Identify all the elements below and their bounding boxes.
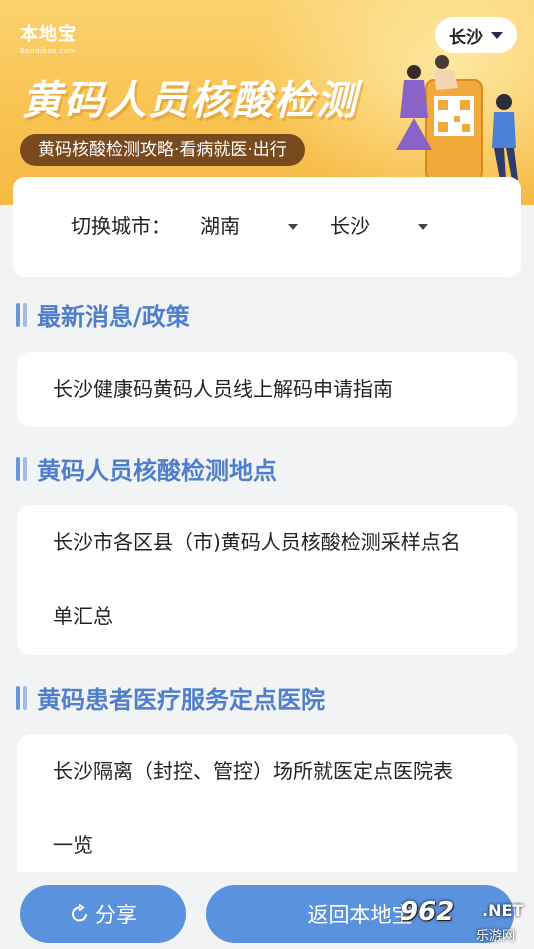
section-bars-icon [16, 456, 27, 481]
section-header-hospitals: 黄码患者医疗服务定点医院 [16, 680, 325, 715]
caret-down-icon [418, 223, 428, 230]
section-header-news: 最新消息/政策 [16, 297, 190, 332]
city-switch-label: 切换城市： [71, 214, 171, 238]
city-select[interactable]: 长沙 [330, 210, 428, 239]
logo-subtext: Bendibao.com [20, 47, 77, 55]
section-header-test-sites: 黄码人员核酸检测地点 [16, 451, 277, 486]
province-select[interactable]: 湖南 [200, 210, 298, 239]
news-link-text: 长沙健康码黄码人员线上解码申请指南 [53, 377, 393, 401]
share-button-label: 分享 [95, 903, 137, 927]
watermark-name: 乐游网 [476, 929, 516, 944]
city-switch-card: 切换城市： 湖南 长沙 [13, 177, 521, 277]
section-title: 黄码人员核酸检测地点 [37, 457, 277, 485]
page-title: 黄码人员核酸检测 [22, 78, 358, 124]
section-title: 最新消息/政策 [37, 303, 190, 331]
hospitals-link-card[interactable]: 长沙隔离（封控、管控）场所就医定点医院表 一览 [17, 734, 517, 884]
share-button[interactable]: 分享 [20, 885, 186, 943]
header-banner: 本地宝 Bendibao.com 长沙 黄码人员核酸检测 黄码核酸检测攻略·看病… [0, 0, 534, 205]
logo-text: 本地宝 [20, 24, 77, 45]
qr-people-illustration [396, 55, 518, 181]
watermark-number: 962 [400, 897, 455, 927]
section-bars-icon [16, 302, 27, 327]
province-select-value: 湖南 [200, 214, 240, 238]
site-watermark: 962 .NET 乐游网 [396, 895, 534, 949]
hospitals-link-line1: 长沙隔离（封控、管控）场所就医定点医院表 [53, 759, 453, 783]
site-logo: 本地宝 Bendibao.com [20, 20, 77, 55]
caret-down-icon [491, 31, 503, 39]
hospitals-link-line2: 一览 [53, 833, 93, 857]
news-link-card[interactable]: 长沙健康码黄码人员线上解码申请指南 [17, 352, 517, 427]
share-icon [72, 903, 87, 922]
test-sites-link-line2: 单汇总 [53, 604, 113, 628]
page-subtitle: 黄码核酸检测攻略·看病就医·出行 [20, 134, 305, 166]
caret-down-icon [288, 223, 298, 230]
section-title: 黄码患者医疗服务定点医院 [37, 686, 325, 714]
city-select-value: 长沙 [330, 214, 370, 238]
test-sites-link-line1: 长沙市各区县（市)黄码人员核酸检测采样点名 [53, 530, 461, 554]
test-sites-link-card[interactable]: 长沙市各区县（市)黄码人员核酸检测采样点名 单汇总 [17, 505, 517, 655]
section-bars-icon [16, 685, 27, 710]
watermark-net: .NET [482, 901, 524, 920]
